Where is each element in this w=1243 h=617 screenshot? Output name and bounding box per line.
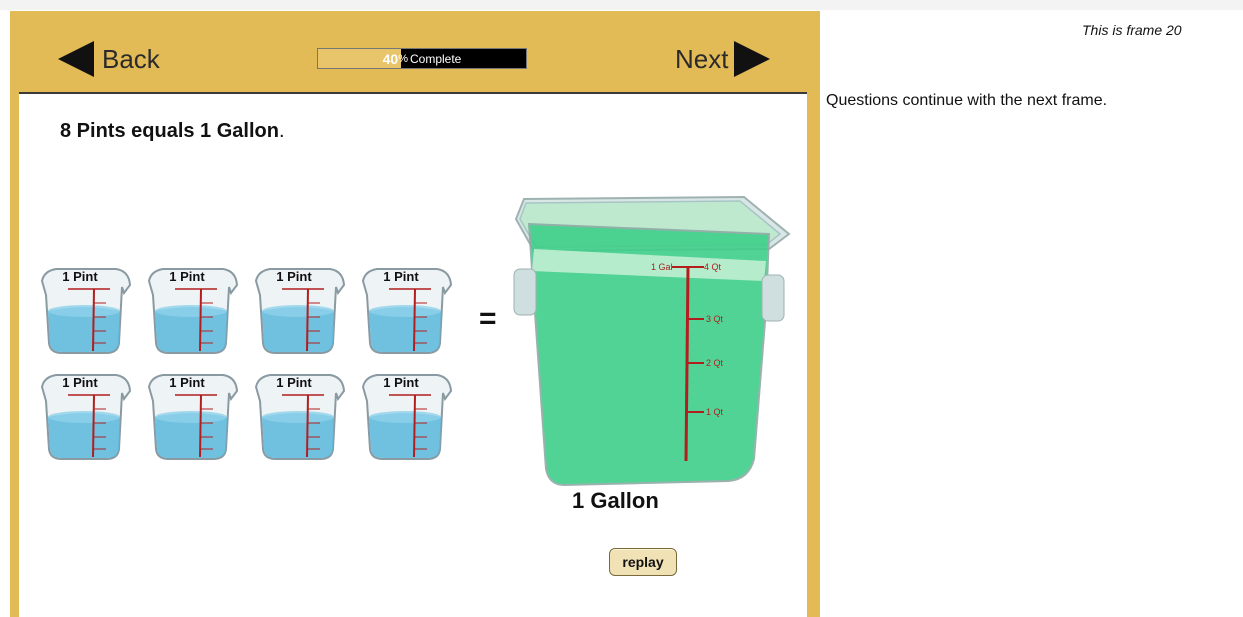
next-label: Next	[675, 43, 729, 74]
statement-period: .	[278, 120, 285, 142]
progress-text: 40 % Complete	[318, 49, 526, 68]
pint-cups-grid: 1 Pint 1 Pint 1 Pint 1 Pint 1 Pint 1 Pint 1 Pi…	[34, 259, 474, 469]
gallon-container-image: 1 Gal 4 Qt 3 Qt 2 Qt 1 Qt	[504, 189, 794, 499]
pint-cup: 1 Pint	[248, 365, 348, 463]
statement-bold: 8 Pints equals 1 Gallon	[60, 120, 279, 142]
gallon-mark-1gal: 1 Gal	[651, 262, 673, 272]
next-arrow-icon	[734, 41, 771, 77]
pint-cup: 1 Pint	[355, 365, 455, 463]
gallon-label: 1 Gallon	[572, 488, 659, 513]
pint-label: 1 Pint	[383, 269, 419, 284]
equals-sign: =	[479, 302, 497, 335]
replay-button[interactable]: replay	[609, 548, 677, 576]
pint-cup: 1 Pint	[141, 365, 241, 463]
pint-label: 1 Pint	[383, 375, 419, 390]
pint-cup: 1 Pint	[34, 365, 134, 463]
gallon-container-icon: 1 Gal 4 Qt 3 Qt 2 Qt 1 Qt	[513, 195, 791, 487]
side-message: Questions continue with the next frame.	[826, 92, 1108, 109]
lesson-content: 8 Pints equals 1 Gallon. 1 Pint 1 Pint 1 P…	[19, 92, 807, 617]
pint-cup: 1 Pint	[141, 259, 241, 357]
gallon-mark-1qt: 1 Qt	[706, 407, 724, 417]
pint-cup: 1 Pint	[355, 259, 455, 357]
pint-label: 1 Pint	[169, 375, 205, 390]
pint-label: 1 Pint	[276, 375, 312, 390]
back-arrow-icon	[58, 41, 94, 77]
frame-number-text: This is frame 20	[1082, 22, 1182, 38]
lesson-statement: 8 Pints equals 1 Gallon.	[60, 120, 285, 143]
pint-cup: 1 Pint	[248, 259, 348, 357]
pint-cup: 1 Pint	[34, 259, 134, 357]
progress-complete-label: Complete	[410, 51, 462, 66]
progress-percent-sign: %	[398, 52, 408, 65]
back-label: Back	[102, 43, 160, 74]
lesson-frame: Back 40 % Complete Next 8 Pints equals 1…	[10, 11, 820, 617]
pint-label: 1 Pint	[62, 269, 98, 284]
back-button[interactable]: Back	[58, 41, 160, 77]
progress-bar: 40 % Complete	[317, 48, 527, 69]
top-strip	[0, 0, 1243, 10]
pint-label: 1 Pint	[62, 375, 98, 390]
pint-label: 1 Pint	[276, 269, 312, 284]
gallon-mark-4qt: 4 Qt	[704, 262, 722, 272]
header-bar: Back 40 % Complete Next	[10, 11, 820, 91]
pint-label: 1 Pint	[169, 269, 205, 284]
next-button[interactable]: Next	[675, 41, 771, 77]
gallon-mark-3qt: 3 Qt	[706, 314, 724, 324]
gallon-mark-2qt: 2 Qt	[706, 358, 724, 368]
progress-percent: 40	[382, 50, 399, 67]
